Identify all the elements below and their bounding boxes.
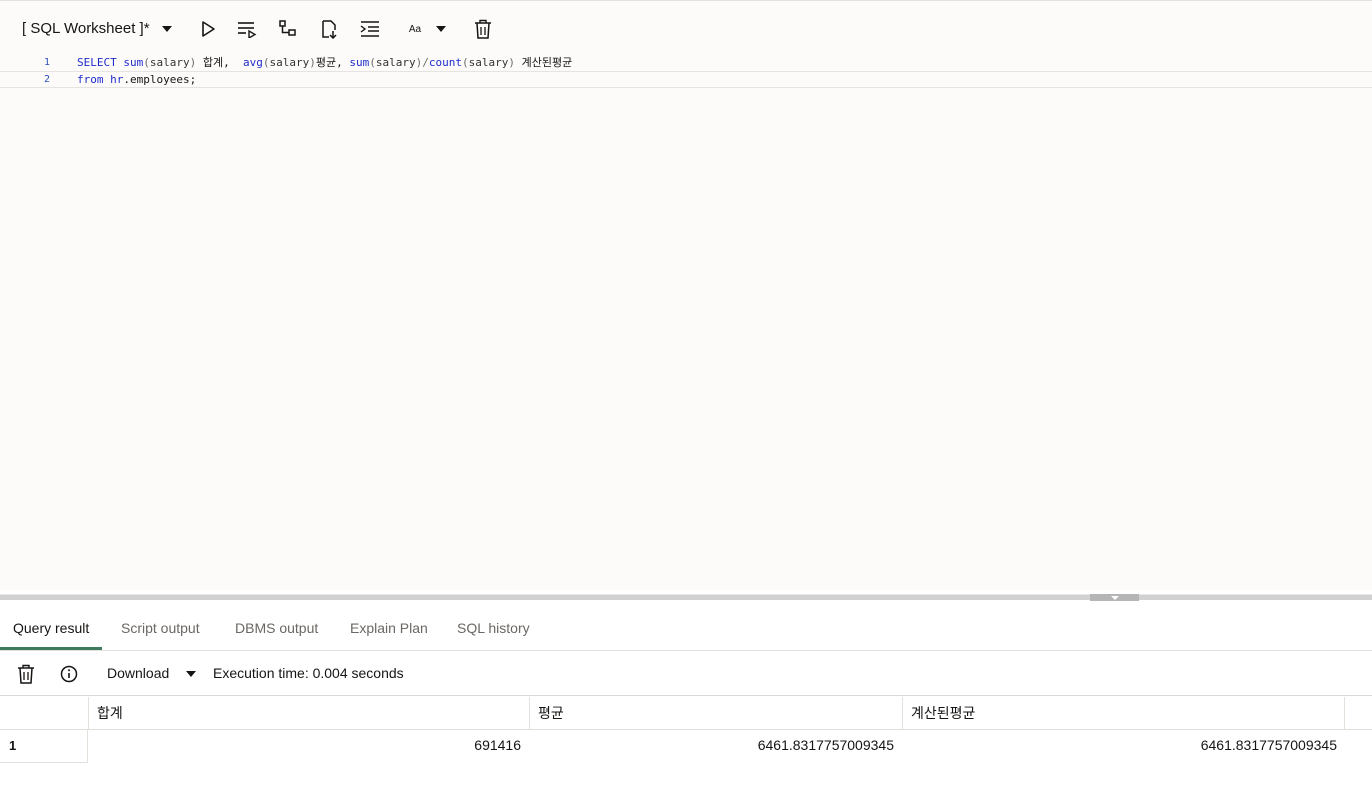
code-text[interactable]: SELECT sum(salary) 합계, avg(salary)평균, su… xyxy=(77,55,572,71)
code-token: salary xyxy=(375,56,416,69)
splitter-bar[interactable] xyxy=(0,594,1372,600)
code-token: sum xyxy=(123,56,144,69)
code-token: ) xyxy=(309,56,316,69)
download-caret-icon[interactable] xyxy=(180,663,202,685)
code-token: ( xyxy=(461,56,469,69)
pane-splitter[interactable] xyxy=(0,590,1372,608)
tab-explain-plan[interactable]: Explain Plan xyxy=(337,608,441,650)
code-token: )/ xyxy=(415,56,429,69)
code-token: SELECT xyxy=(77,56,117,69)
code-token: ( xyxy=(143,56,150,69)
tab-sql-history[interactable]: SQL history xyxy=(444,608,543,650)
table-cell[interactable]: 6461.8317757009345 xyxy=(529,730,902,763)
code-token: from xyxy=(77,73,104,86)
tab-dbms-output[interactable]: DBMS output xyxy=(222,608,331,650)
tab-query-result[interactable]: Query result xyxy=(0,608,103,650)
grid-header: 합계 평균 계산된평균 xyxy=(0,697,1372,730)
column-header[interactable]: 합계 xyxy=(88,697,529,730)
code-token: salary xyxy=(269,56,310,69)
title-dropdown-caret-icon[interactable] xyxy=(154,16,180,42)
explain-plan-icon[interactable] xyxy=(275,16,301,42)
code-token: avg xyxy=(242,56,263,69)
font-size-icon[interactable]: Aa xyxy=(401,16,429,42)
font-size-caret-icon[interactable] xyxy=(428,16,454,42)
info-icon[interactable] xyxy=(58,663,80,685)
column-header[interactable]: 평균 xyxy=(529,697,902,730)
result-grid: 합계 평균 계산된평균 1 691416 6461.8317757009345 … xyxy=(0,697,1372,792)
row-number: 1 xyxy=(0,730,88,763)
result-toolbar: Download Execution time: 0.004 seconds xyxy=(0,652,1372,696)
clear-results-icon[interactable] xyxy=(15,663,37,685)
code-token: 평균, xyxy=(315,56,350,69)
autotrace-icon[interactable] xyxy=(316,16,342,42)
splitter-handle[interactable] xyxy=(1090,594,1139,601)
execution-time: Execution time: 0.004 seconds xyxy=(213,665,404,681)
worksheet-toolbar: [ SQL Worksheet ]* Aa xyxy=(0,0,1372,55)
result-tabs: Query result Script output DBMS output E… xyxy=(0,608,1372,651)
code-token: 계산된평균 xyxy=(514,56,573,69)
column-header[interactable]: 계산된평균 xyxy=(902,697,1345,730)
code-token: sum xyxy=(349,56,370,69)
worksheet-title[interactable]: [ SQL Worksheet ]* xyxy=(22,20,150,37)
run-statement-icon[interactable] xyxy=(195,16,221,42)
code-token: ( xyxy=(369,56,376,69)
code-token: salary xyxy=(149,56,190,69)
code-token: 합계, xyxy=(196,56,243,69)
code-token: .employees; xyxy=(123,73,197,86)
line-number: 2 xyxy=(43,74,50,85)
sql-editor[interactable]: 1 SELECT sum(salary) 합계, avg(salary)평균, … xyxy=(0,55,1372,590)
table-cell[interactable]: 6461.8317757009345 xyxy=(902,730,1345,763)
editor-line-2[interactable]: 2 from hr.employees; xyxy=(0,71,1372,88)
editor-line-1[interactable]: 1 SELECT sum(salary) 합계, avg(salary)평균, … xyxy=(0,55,1372,71)
clear-editor-icon[interactable] xyxy=(470,16,496,42)
code-token: ) xyxy=(508,56,515,69)
font-size-label: Aa xyxy=(408,23,422,35)
code-token: hr xyxy=(110,73,124,86)
code-token: count xyxy=(428,56,462,69)
line-number: 1 xyxy=(43,57,50,68)
table-row[interactable]: 1 691416 6461.8317757009345 6461.8317757… xyxy=(0,730,1372,763)
code-text[interactable]: from hr.employees; xyxy=(77,72,196,88)
code-token: salary xyxy=(468,56,509,69)
collapse-arrow-icon xyxy=(1110,595,1119,600)
tab-script-output[interactable]: Script output xyxy=(108,608,213,650)
table-cell[interactable]: 691416 xyxy=(88,730,529,763)
download-button[interactable]: Download xyxy=(107,665,169,681)
run-script-icon[interactable] xyxy=(234,16,260,42)
format-code-icon[interactable] xyxy=(357,16,383,42)
